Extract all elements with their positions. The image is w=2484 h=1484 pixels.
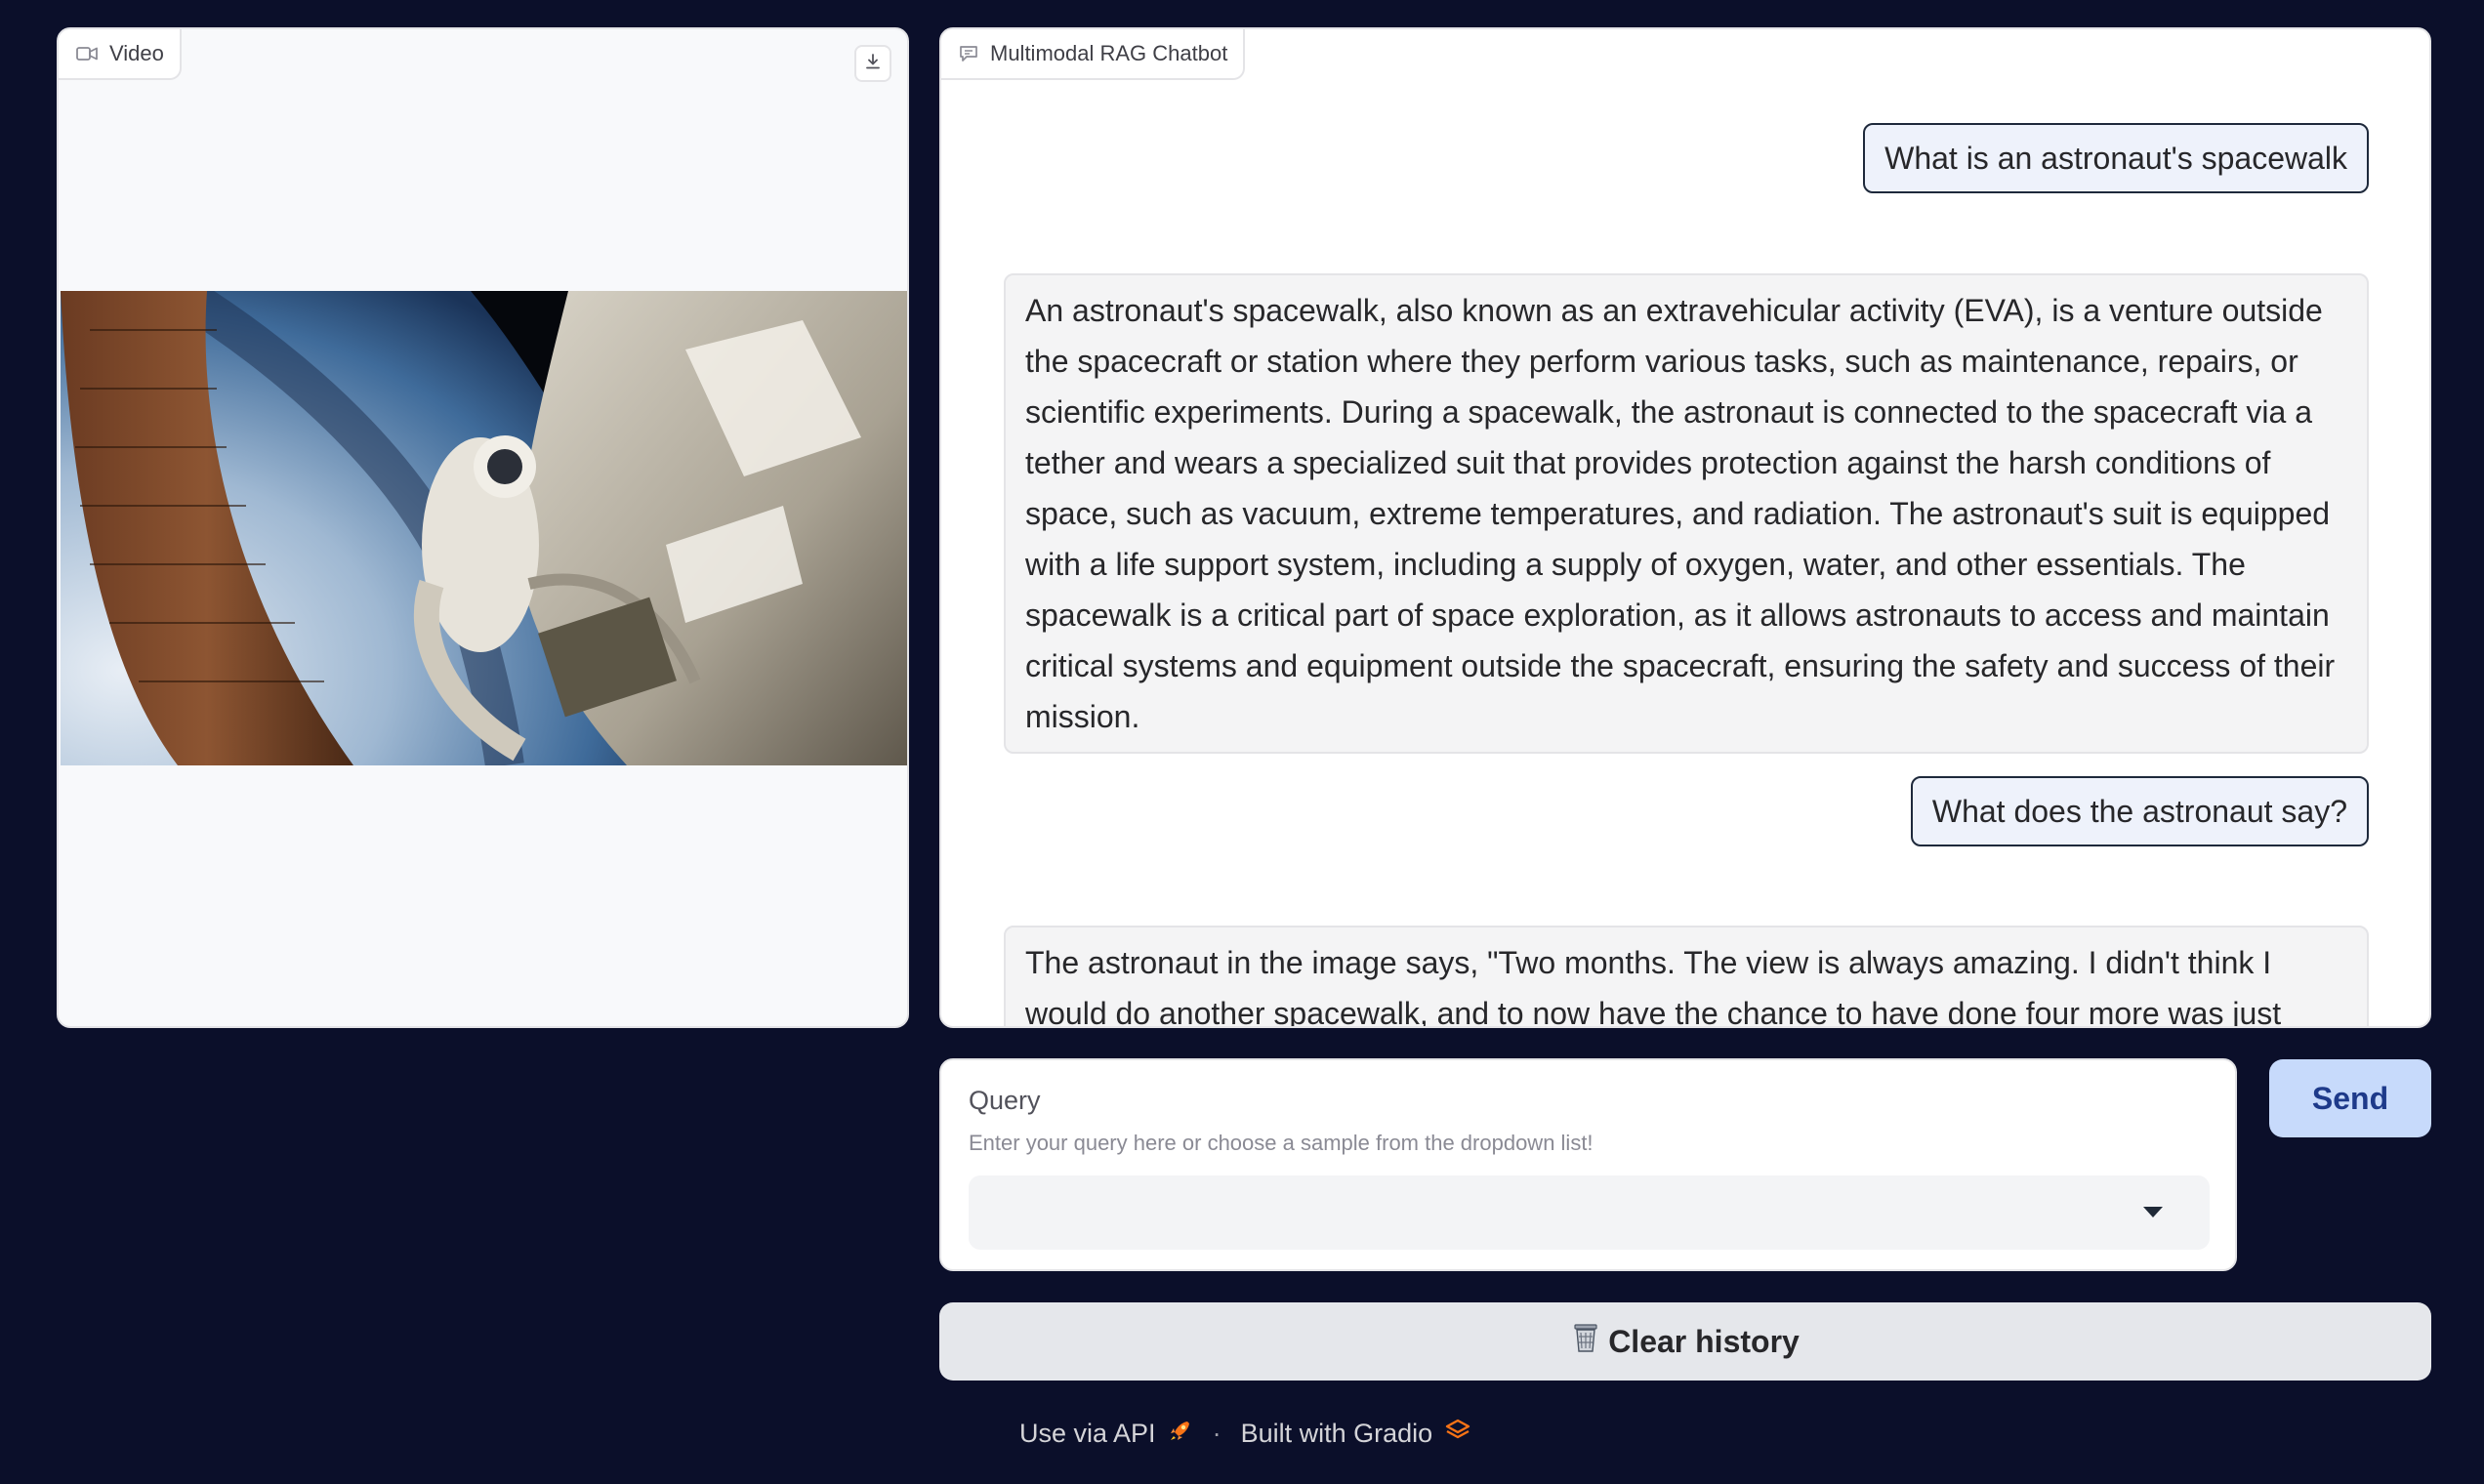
query-dropdown[interactable] [969, 1175, 2210, 1250]
use-via-api-label: Use via API [1019, 1418, 1156, 1448]
gradio-logo-icon [1444, 1418, 1471, 1450]
chatbot-label-text: Multimodal RAG Chatbot [990, 41, 1228, 65]
user-message: What is an astronaut's spacewalk [1863, 123, 2369, 193]
video-camera-icon [76, 46, 98, 62]
footer-separator: · [1212, 1418, 1221, 1448]
query-dropdown-block: Query Enter your query here or choose a … [939, 1058, 2237, 1271]
chatbot-panel: Multimodal RAG Chatbot What is an astron… [939, 27, 2431, 1028]
video-panel: Video [57, 27, 909, 1028]
footer: Use via API · Built with Gradio [1019, 1414, 1471, 1453]
chat-bubble-icon [959, 45, 978, 62]
chatbot-panel-label: Multimodal RAG Chatbot [941, 29, 1246, 80]
download-button[interactable] [854, 45, 891, 82]
wastebasket-icon [1571, 1321, 1600, 1362]
send-button[interactable]: Send [2269, 1059, 2431, 1137]
download-icon [864, 53, 882, 75]
video-player[interactable] [61, 291, 907, 765]
video-label-text: Video [109, 41, 164, 65]
built-with-gradio-label: Built with Gradio [1240, 1418, 1433, 1448]
video-thumbnail [61, 291, 907, 765]
chevron-down-icon[interactable] [2143, 1207, 2163, 1217]
clear-history-label: Clear history [1608, 1323, 1800, 1359]
query-info-text: Enter your query here or choose a sample… [969, 1131, 1594, 1155]
bot-message: An astronaut's spacewalk, also known as … [1004, 273, 2369, 754]
query-label: Query [969, 1086, 1041, 1115]
user-message: What does the astronaut say? [1910, 776, 2369, 846]
clear-history-button[interactable]: Clear history [939, 1302, 2431, 1381]
bot-message: The astronaut in the image says, "Two mo… [1004, 926, 2369, 1026]
rocket-icon [1168, 1418, 1193, 1450]
built-with-gradio-link[interactable]: Built with Gradio [1241, 1418, 1472, 1450]
video-panel-label: Video [59, 29, 182, 80]
chat-messages[interactable]: What is an astronaut's spacewalk An astr… [941, 29, 2429, 1026]
use-via-api-link[interactable]: Use via API [1019, 1418, 1193, 1450]
